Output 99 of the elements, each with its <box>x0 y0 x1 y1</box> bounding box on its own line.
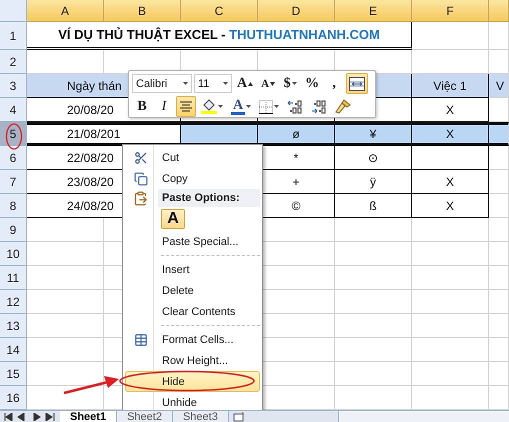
menu-item[interactable]: Clear Contents <box>125 301 260 322</box>
currency-button[interactable]: $ <box>280 73 300 94</box>
sheet-tab[interactable]: Sheet2 <box>117 411 173 422</box>
caret-icon <box>223 82 228 85</box>
column-header-cell: V <box>489 74 509 98</box>
column-header[interactable]: B <box>104 0 181 22</box>
merge-center-button[interactable] <box>346 73 368 94</box>
increase-decimal-icon <box>287 100 303 114</box>
column-header[interactable]: C <box>181 0 258 22</box>
grid-cell <box>489 170 509 194</box>
row-header[interactable]: 14 <box>0 338 27 362</box>
grid-cell <box>489 314 509 338</box>
sheet-tab[interactable]: Sheet3 <box>172 411 229 422</box>
caret-icon <box>183 82 188 85</box>
table-cell: X <box>412 122 489 146</box>
font-size-dropdown[interactable]: 11 <box>194 74 232 93</box>
column-header[interactable]: D <box>258 0 335 22</box>
font-color-button[interactable]: A <box>228 96 254 117</box>
caret-icon <box>292 82 297 85</box>
format-button[interactable]: , <box>324 73 344 94</box>
table-cell: ø <box>258 122 335 146</box>
table-cell: X <box>412 98 489 122</box>
caret-icon <box>246 105 251 108</box>
grid-cell <box>489 218 509 242</box>
column-header-cell: Việc 1 <box>412 74 489 98</box>
grid-cell <box>489 266 509 290</box>
decrease-decimal-icon <box>311 100 327 114</box>
row-header[interactable]: 2 <box>0 50 27 74</box>
pointer-arrow <box>62 373 120 395</box>
font-name-dropdown[interactable]: Calibri <box>132 74 192 93</box>
italic-button[interactable]: I <box>154 96 174 117</box>
row-header[interactable]: 1 <box>0 22 27 50</box>
paste-option-button[interactable]: A <box>161 209 185 229</box>
row-header[interactable]: 3 <box>0 74 27 98</box>
merge-cells-icon <box>349 76 366 90</box>
row-header[interactable]: 10 <box>0 242 27 266</box>
menu-section-title: Paste Options: <box>158 189 260 207</box>
grid-cell <box>489 146 509 170</box>
bold-button[interactable]: B <box>132 96 152 117</box>
row-header[interactable]: 8 <box>0 194 27 218</box>
row-header[interactable]: 7 <box>0 170 27 194</box>
up-triangle-icon <box>248 82 254 86</box>
grid-cell <box>489 122 509 146</box>
title-text: VÍ DỤ THỦ THUẬT EXCEL - <box>58 27 227 42</box>
menu-item[interactable]: Insert <box>125 259 260 280</box>
table-cell: X <box>412 194 489 218</box>
grid-cell <box>489 22 509 50</box>
table-cell: 21/08/201 <box>27 122 181 146</box>
align-center-icon <box>179 100 193 112</box>
grid-cell <box>489 242 509 266</box>
table-cell: ¥ <box>335 122 412 146</box>
grid-cell <box>489 362 509 386</box>
insert-sheet-icon[interactable] <box>232 412 245 422</box>
menu-item[interactable]: Paste Special... <box>125 231 260 252</box>
table-cell: ß <box>335 194 412 218</box>
clipboard-icon <box>132 190 148 206</box>
center-align-button[interactable] <box>176 96 196 117</box>
copy-icon <box>134 172 148 186</box>
row-circle-annotation <box>5 123 23 150</box>
grid-cell <box>489 386 509 410</box>
grid-cell <box>489 290 509 314</box>
table-icon <box>134 332 148 346</box>
sheet-tab[interactable]: Sheet1 <box>60 411 118 422</box>
shrink-font-button[interactable]: A <box>258 73 278 94</box>
menu-item[interactable]: Unhide <box>125 392 260 413</box>
row-header[interactable]: 13 <box>0 314 27 338</box>
row-header[interactable]: 11 <box>0 266 27 290</box>
menu-item[interactable]: Delete <box>125 280 260 301</box>
row-header[interactable]: 5 <box>0 122 27 146</box>
menu-item[interactable]: Format Cells... <box>125 329 260 350</box>
table-cell: X <box>412 170 489 194</box>
row-header[interactable]: 12 <box>0 290 27 314</box>
row-header[interactable]: 4 <box>0 98 27 122</box>
caret-icon <box>274 105 279 108</box>
table-cell: ÿ <box>335 170 412 194</box>
column-header[interactable]: A <box>27 0 104 22</box>
row-header[interactable]: 9 <box>0 218 27 242</box>
grid-cell <box>489 338 509 362</box>
grid-cell <box>489 98 509 122</box>
paintbrush-icon <box>335 99 351 114</box>
paint-bucket-icon <box>201 99 217 114</box>
column-header[interactable]: F <box>412 0 489 22</box>
grow-font-button[interactable]: A <box>234 73 256 94</box>
down-triangle-icon <box>270 82 276 86</box>
menu-item[interactable]: Row Height... <box>125 350 260 371</box>
grid-cell <box>489 50 509 74</box>
row-header[interactable]: 15 <box>0 362 27 386</box>
table-cell: ⊙ <box>335 146 412 170</box>
caret-icon <box>218 105 223 108</box>
horizontal-scrollbar[interactable] <box>338 411 509 422</box>
grid-cell <box>489 194 509 218</box>
format-button[interactable]: % <box>302 73 322 94</box>
borders-icon <box>259 100 273 114</box>
sheet-navigation-icon[interactable] <box>4 413 56 421</box>
column-header[interactable]: E <box>335 0 412 22</box>
title-link[interactable]: THUTHUATNHANH.COM <box>229 27 380 42</box>
row-header[interactable]: 16 <box>0 386 27 410</box>
scissors-icon <box>134 150 148 164</box>
row-header[interactable]: 6 <box>0 146 27 170</box>
